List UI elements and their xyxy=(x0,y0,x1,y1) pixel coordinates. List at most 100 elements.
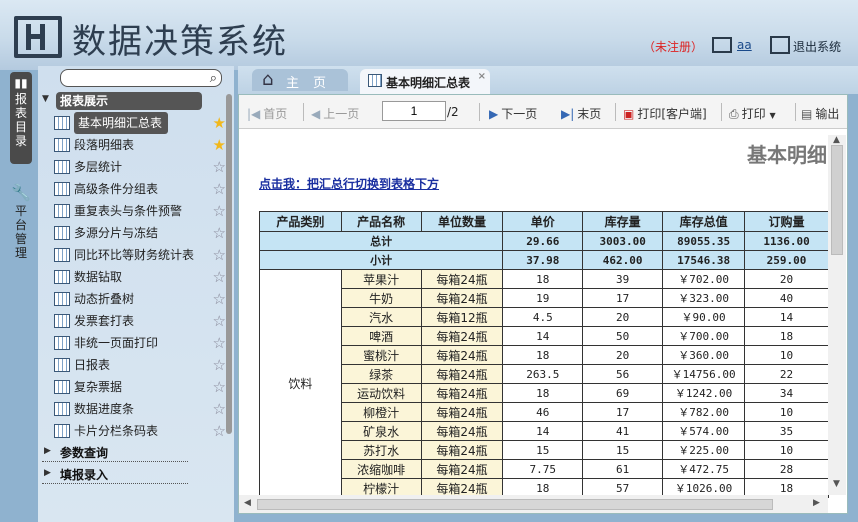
page-number-input[interactable] xyxy=(382,101,446,121)
report-horizontal-scrollbar[interactable]: ◀ ▶ xyxy=(239,495,828,513)
column-header: 单价 xyxy=(502,211,584,232)
sidebar-item[interactable]: 发票套打表 ☆ xyxy=(54,310,230,332)
favorite-star-icon[interactable]: ☆ xyxy=(213,420,226,442)
scroll-thumb[interactable] xyxy=(257,499,773,510)
user-name-link[interactable]: aa xyxy=(737,38,752,52)
favorite-star-icon[interactable]: ☆ xyxy=(213,266,226,288)
sidebar-item-label: 多源分片与冻结 xyxy=(74,226,159,240)
search-icon[interactable]: ⌕ xyxy=(210,71,217,86)
last-page-button[interactable]: ▶| 末页 xyxy=(561,105,601,122)
cell: ￥360.00 xyxy=(662,345,746,365)
scroll-thumb[interactable] xyxy=(831,145,843,255)
favorite-star-icon[interactable]: ☆ xyxy=(213,310,226,332)
app-header: 数据决策系统 （未注册） aa 退出系统 xyxy=(0,0,858,70)
switch-summary-link[interactable]: 点击我：把汇总行切换到表格下方 xyxy=(259,175,439,192)
sidebar-item[interactable]: 数据钻取 ☆ xyxy=(54,266,230,288)
favorite-star-icon[interactable]: ☆ xyxy=(213,376,226,398)
sidebar-item-label: 数据进度条 xyxy=(74,402,135,416)
favorite-star-icon[interactable]: ☆ xyxy=(213,398,226,420)
subtotal-row: 小计 37.98 462.00 17546.38 259.00 xyxy=(258,250,829,270)
sidebar-item-label: 发票套打表 xyxy=(74,314,135,328)
print-button[interactable]: ⎙ 打印 ▼ xyxy=(729,105,776,122)
scroll-down-icon[interactable]: ▼ xyxy=(833,479,840,489)
cell: 18 xyxy=(502,345,584,365)
sidebar-item[interactable]: 动态折叠树 ☆ xyxy=(54,288,230,310)
sidebar-item[interactable]: 多源分片与冻结 ☆ xyxy=(54,222,230,244)
cell: 牛奶 xyxy=(340,288,422,308)
favorite-star-icon[interactable]: ☆ xyxy=(213,156,226,178)
column-header: 产品名称 xyxy=(340,211,422,232)
export-button[interactable]: ▤ 输出 xyxy=(801,105,839,122)
report-icon xyxy=(368,74,382,87)
sidebar-item[interactable]: 复杂票据 ☆ xyxy=(54,376,230,398)
favorite-star-icon[interactable]: ★ xyxy=(213,134,226,156)
report-icon xyxy=(54,424,70,438)
tab-current-report[interactable]: 基本明细汇总表 × xyxy=(360,69,490,94)
sidebar-item[interactable]: 高级条件分组表 ☆ xyxy=(54,178,230,200)
last-page-icon: ▶| xyxy=(561,107,575,121)
cell: 15 xyxy=(502,440,584,460)
sidebar-item[interactable]: 多层统计 ☆ xyxy=(54,156,230,178)
favorite-star-icon[interactable]: ★ xyxy=(213,112,226,134)
scroll-right-icon[interactable]: ▶ xyxy=(813,498,820,508)
cell: 50 xyxy=(582,326,664,346)
cell: ￥1242.00 xyxy=(662,383,746,403)
sidebar-scrollbar[interactable] xyxy=(226,94,232,434)
close-tab-icon[interactable]: × xyxy=(478,71,486,82)
favorite-star-icon[interactable]: ☆ xyxy=(213,354,226,376)
cell: 14 xyxy=(744,307,829,327)
cell: 35 xyxy=(744,421,829,441)
group-reports[interactable]: ▼ 报表展示 xyxy=(42,92,202,110)
next-page-icon: ▶ xyxy=(489,107,499,121)
scroll-left-icon[interactable]: ◀ xyxy=(244,498,251,508)
print-client-button[interactable]: ▣ 打印[客户端] xyxy=(623,105,707,122)
cell: 462.00 xyxy=(582,250,664,270)
cell: 19 xyxy=(502,288,584,308)
pdf-print-icon: ▣ xyxy=(623,107,635,121)
toolbar-divider xyxy=(795,103,796,121)
report-vertical-scrollbar[interactable]: ▲ ▼ xyxy=(828,135,846,495)
sidebar-item[interactable]: 重复表头与条件预警 ☆ xyxy=(54,200,230,222)
sidebar-item[interactable]: 段落明细表 ★ xyxy=(54,134,230,156)
next-page-button[interactable]: ▶ 下一页 xyxy=(489,105,537,122)
favorite-star-icon[interactable]: ☆ xyxy=(213,200,226,222)
prev-page-button[interactable]: ◀ 上一页 xyxy=(311,105,359,122)
cell: ￥90.00 xyxy=(662,307,746,327)
sidebar-item[interactable]: 数据进度条 ☆ xyxy=(54,398,230,420)
favorite-star-icon[interactable]: ☆ xyxy=(213,222,226,244)
logout-button[interactable]: 退出系统 xyxy=(793,38,841,55)
cell: 每箱24瓶 xyxy=(420,364,504,384)
cell: 34 xyxy=(744,383,829,403)
logout-icon[interactable] xyxy=(770,36,790,54)
cell: 263.5 xyxy=(502,364,584,384)
cell: 运动饮料 xyxy=(340,383,422,403)
report-icon xyxy=(54,226,70,240)
favorite-star-icon[interactable]: ☆ xyxy=(213,244,226,266)
group-entry[interactable]: ▶ 填报录入 xyxy=(42,466,188,484)
cell: 259.00 xyxy=(744,250,829,270)
favorite-star-icon[interactable]: ☆ xyxy=(213,288,226,310)
sidebar-search-input[interactable]: ⌕ xyxy=(60,69,222,87)
sidebar-item[interactable]: 非统一页面打印 ☆ xyxy=(54,332,230,354)
report-title: 基本明细 xyxy=(747,143,827,167)
report-directory-tab[interactable]: ▮▮ 报表目录 xyxy=(10,72,32,164)
sidebar-item[interactable]: 同比环比等财务统计表 ☆ xyxy=(54,244,230,266)
tab-home[interactable]: ⌂ 主页 xyxy=(252,69,348,91)
logo-icon xyxy=(14,16,62,58)
scroll-up-icon[interactable]: ▲ xyxy=(833,135,840,145)
favorite-star-icon[interactable]: ☆ xyxy=(213,178,226,200)
sidebar-item[interactable]: 日报表 ☆ xyxy=(54,354,230,376)
platform-management-tab[interactable]: 🔧 平台管理 xyxy=(10,185,32,266)
first-page-button[interactable]: |◀ 首页 xyxy=(247,105,287,122)
group-params[interactable]: ▶ 参数查询 xyxy=(42,444,188,462)
sidebar-item[interactable]: 基本明细汇总表 ★ xyxy=(54,112,230,134)
report-icon xyxy=(54,116,70,130)
user-card-icon[interactable] xyxy=(712,37,732,53)
sidebar-item[interactable]: 卡片分栏条码表 ☆ xyxy=(54,420,230,442)
report-directory-label: 报表目录 xyxy=(14,92,27,148)
sidebar-item-label: 复杂票据 xyxy=(74,380,123,394)
unregistered-label[interactable]: （未注册） xyxy=(643,38,703,55)
table-row: 汽水 每箱12瓶 4.5 20 ￥90.00 14 xyxy=(260,307,829,327)
favorite-star-icon[interactable]: ☆ xyxy=(213,332,226,354)
cell: 每箱24瓶 xyxy=(420,288,504,308)
